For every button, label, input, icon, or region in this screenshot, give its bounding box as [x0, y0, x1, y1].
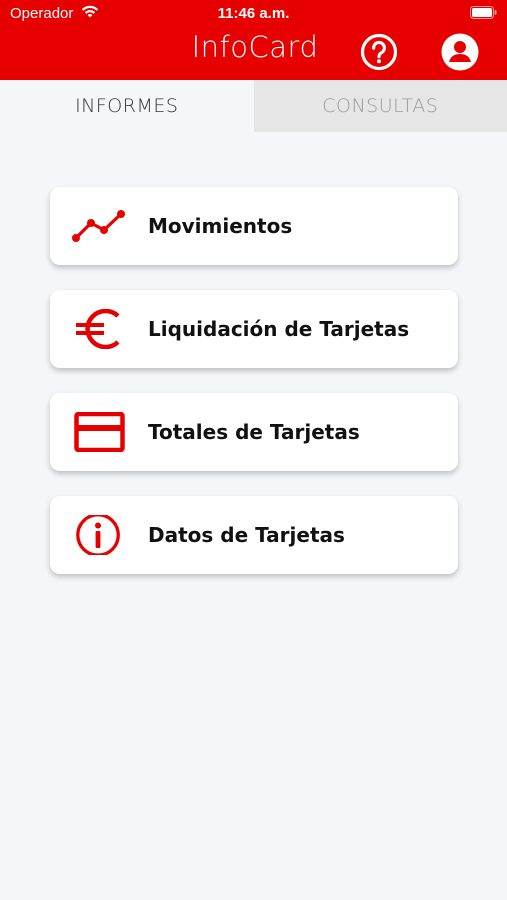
- info-circle-icon: [76, 515, 120, 555]
- battery-icon: [470, 6, 497, 19]
- menu-item-datos[interactable]: Datos de Tarjetas: [50, 496, 458, 574]
- menu-item-totales[interactable]: Totales de Tarjetas: [50, 393, 458, 471]
- status-time: 11:46 a.m.: [217, 5, 290, 22]
- menu-item-label: Datos de Tarjetas: [148, 523, 345, 547]
- line-chart-icon: [72, 210, 125, 242]
- menu-item-movimientos[interactable]: Movimientos: [50, 187, 458, 265]
- profile-icon[interactable]: [441, 33, 479, 71]
- app-header: Operador 11:46 a.m. InfoCard: [0, 0, 507, 80]
- report-menu: Movimientos Liquidación de Tarjetas Tota…: [50, 187, 458, 599]
- tab-bar: INFORMES CONSULTAS: [0, 80, 507, 132]
- tab-consultas[interactable]: CONSULTAS: [253, 80, 507, 132]
- app-title: InfoCard: [191, 30, 319, 64]
- menu-item-liquidacion[interactable]: Liquidación de Tarjetas: [50, 290, 458, 368]
- menu-item-label: Movimientos: [148, 214, 293, 238]
- euro-icon: [76, 309, 120, 349]
- menu-item-label: Liquidación de Tarjetas: [148, 317, 410, 341]
- tab-informes[interactable]: INFORMES: [0, 80, 254, 132]
- help-icon[interactable]: [360, 33, 398, 71]
- menu-item-label: Totales de Tarjetas: [148, 420, 360, 444]
- status-bar: Operador 11:46 a.m.: [0, 0, 507, 28]
- credit-card-icon: [74, 412, 125, 452]
